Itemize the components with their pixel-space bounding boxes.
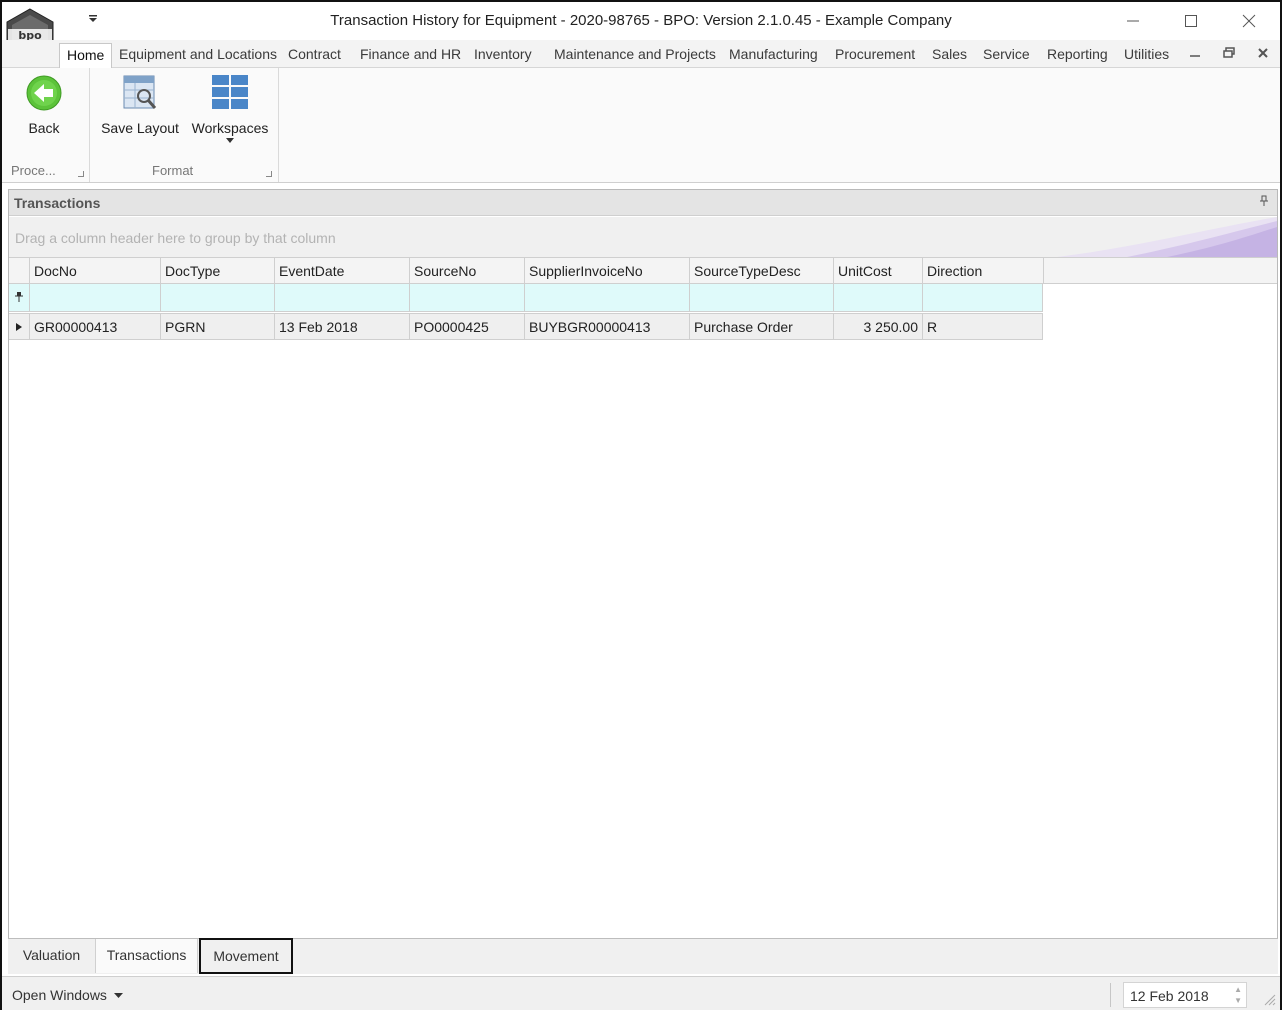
tab-home[interactable]: Home bbox=[59, 43, 113, 69]
ribbon-tab-bar: Home Equipment and Locations Contract Fi… bbox=[2, 40, 1280, 69]
filter-cell-doctype[interactable] bbox=[161, 284, 275, 311]
tab-maintenance-and-projects[interactable]: Maintenance and Projects bbox=[554, 46, 716, 62]
tab-manufacturing[interactable]: Manufacturing bbox=[729, 46, 818, 62]
format-group-caption: Format bbox=[152, 163, 194, 178]
spin-up-icon[interactable]: ▲ bbox=[1234, 985, 1242, 994]
quick-access-dropdown-icon[interactable] bbox=[86, 12, 100, 26]
column-header-sourcetypedesc[interactable]: SourceTypeDesc bbox=[690, 258, 834, 283]
mdi-close-icon[interactable] bbox=[1256, 46, 1270, 63]
date-value: 12 Feb 2018 bbox=[1130, 988, 1209, 1004]
back-arrow-icon bbox=[26, 75, 62, 111]
title-bar: bpo Transaction History for Equipment - … bbox=[2, 2, 1280, 64]
group-by-panel[interactable]: Drag a column header here to group by th… bbox=[9, 217, 1277, 257]
cell-direction[interactable]: R bbox=[923, 314, 1043, 339]
filter-cell-direction[interactable] bbox=[923, 284, 1043, 311]
ribbon-body: Back Proce... Save Layout Workspaces For… bbox=[2, 68, 1280, 183]
tab-procurement[interactable]: Procurement bbox=[835, 46, 915, 62]
filter-pin-icon bbox=[15, 292, 23, 302]
column-header-docno[interactable]: DocNo bbox=[30, 258, 161, 283]
column-header-supplierinvoiceno[interactable]: SupplierInvoiceNo bbox=[525, 258, 690, 283]
ribbon-group-process: Back Proce... bbox=[2, 68, 90, 182]
cell-supplierinvoiceno[interactable]: BUYBGR00000413 bbox=[525, 314, 690, 339]
bottom-tab-bar: Valuation Transactions Movement bbox=[8, 938, 1278, 974]
tab-contract[interactable]: Contract bbox=[288, 46, 341, 62]
cell-unitcost[interactable]: 3 250.00 bbox=[834, 314, 923, 339]
maximize-button[interactable] bbox=[1164, 6, 1218, 36]
auto-filter-row bbox=[9, 284, 1043, 312]
cell-doctype[interactable]: PGRN bbox=[161, 314, 275, 339]
tab-reporting[interactable]: Reporting bbox=[1047, 46, 1108, 62]
cell-docno[interactable]: GR00000413 bbox=[30, 314, 161, 339]
transactions-panel: Transactions Drag a column header here t… bbox=[8, 189, 1278, 939]
header-indicator bbox=[9, 258, 30, 283]
table-row[interactable]: GR00000413 PGRN 13 Feb 2018 PO0000425 BU… bbox=[9, 313, 1043, 340]
date-spin-edit[interactable]: 12 Feb 2018 ▲ ▼ bbox=[1123, 982, 1247, 1008]
column-header-sourceno[interactable]: SourceNo bbox=[410, 258, 525, 283]
open-windows-dropdown-icon bbox=[113, 993, 123, 999]
panel-title: Transactions bbox=[14, 195, 101, 211]
decorative-swoosh-icon bbox=[1057, 217, 1277, 257]
workspaces-button[interactable]: Workspaces bbox=[188, 74, 272, 152]
filter-cell-supplierinvoiceno[interactable] bbox=[525, 284, 690, 311]
open-windows-menu[interactable]: Open Windows bbox=[12, 987, 123, 1003]
column-header-unitcost[interactable]: UnitCost bbox=[834, 258, 923, 283]
open-windows-label: Open Windows bbox=[12, 987, 107, 1003]
mdi-minimize-icon[interactable] bbox=[1188, 46, 1202, 63]
back-button-label: Back bbox=[28, 120, 60, 136]
close-button[interactable] bbox=[1222, 6, 1276, 36]
cell-sourcetypedesc[interactable]: Purchase Order bbox=[690, 314, 834, 339]
cell-eventdate[interactable]: 13 Feb 2018 bbox=[275, 314, 410, 339]
tab-sales[interactable]: Sales bbox=[932, 46, 967, 62]
panel-header: Transactions bbox=[9, 190, 1277, 216]
tab-movement[interactable]: Movement bbox=[199, 938, 293, 974]
save-layout-label: Save Layout bbox=[101, 120, 179, 136]
back-button[interactable]: Back bbox=[16, 74, 72, 136]
current-row-arrow-icon bbox=[16, 323, 22, 331]
filter-cell-unitcost[interactable] bbox=[834, 284, 923, 311]
tab-transactions[interactable]: Transactions bbox=[96, 939, 198, 973]
grid-header: DocNo DocType EventDate SourceNo Supplie… bbox=[9, 257, 1277, 284]
cell-sourceno[interactable]: PO0000425 bbox=[410, 314, 525, 339]
filter-cell-sourcetypedesc[interactable] bbox=[690, 284, 834, 311]
tab-valuation[interactable]: Valuation bbox=[8, 939, 96, 973]
tab-service[interactable]: Service bbox=[983, 46, 1030, 62]
group-by-hint: Drag a column header here to group by th… bbox=[15, 230, 336, 246]
ribbon-group-format: Save Layout Workspaces Format bbox=[90, 68, 279, 182]
column-header-doctype[interactable]: DocType bbox=[161, 258, 275, 283]
status-separator bbox=[1110, 983, 1111, 1007]
resize-grip-icon[interactable] bbox=[1262, 992, 1276, 1006]
column-header-eventdate[interactable]: EventDate bbox=[275, 258, 410, 283]
save-layout-button[interactable]: Save Layout bbox=[98, 74, 182, 136]
row-indicator bbox=[9, 314, 30, 339]
app-window: bpo Transaction History for Equipment - … bbox=[0, 0, 1282, 1010]
status-bar: Open Windows 12 Feb 2018 ▲ ▼ bbox=[2, 976, 1280, 1010]
save-layout-icon bbox=[123, 75, 157, 109]
format-group-launcher-icon[interactable] bbox=[266, 171, 272, 177]
spin-down-icon[interactable]: ▼ bbox=[1234, 996, 1242, 1005]
filter-cell-sourceno[interactable] bbox=[410, 284, 525, 311]
process-group-caption: Proce... bbox=[11, 163, 56, 178]
tab-equipment-and-locations[interactable]: Equipment and Locations bbox=[119, 46, 277, 62]
tab-utilities[interactable]: Utilities bbox=[1124, 46, 1169, 62]
minimize-button[interactable] bbox=[1106, 6, 1160, 36]
tab-inventory[interactable]: Inventory bbox=[474, 46, 532, 62]
process-group-launcher-icon[interactable] bbox=[78, 171, 84, 177]
mdi-restore-icon[interactable] bbox=[1222, 46, 1236, 63]
column-header-direction[interactable]: Direction bbox=[923, 258, 1044, 283]
window-title: Transaction History for Equipment - 2020… bbox=[330, 12, 952, 29]
tab-finance-and-hr[interactable]: Finance and HR bbox=[360, 46, 461, 62]
filter-row-indicator bbox=[9, 284, 30, 311]
workspaces-grid-icon bbox=[212, 75, 248, 109]
filter-cell-eventdate[interactable] bbox=[275, 284, 410, 311]
workspaces-label: Workspaces bbox=[191, 120, 269, 136]
pin-icon[interactable] bbox=[1259, 195, 1269, 210]
filter-cell-docno[interactable] bbox=[30, 284, 161, 311]
workspaces-dropdown-icon bbox=[188, 138, 272, 144]
